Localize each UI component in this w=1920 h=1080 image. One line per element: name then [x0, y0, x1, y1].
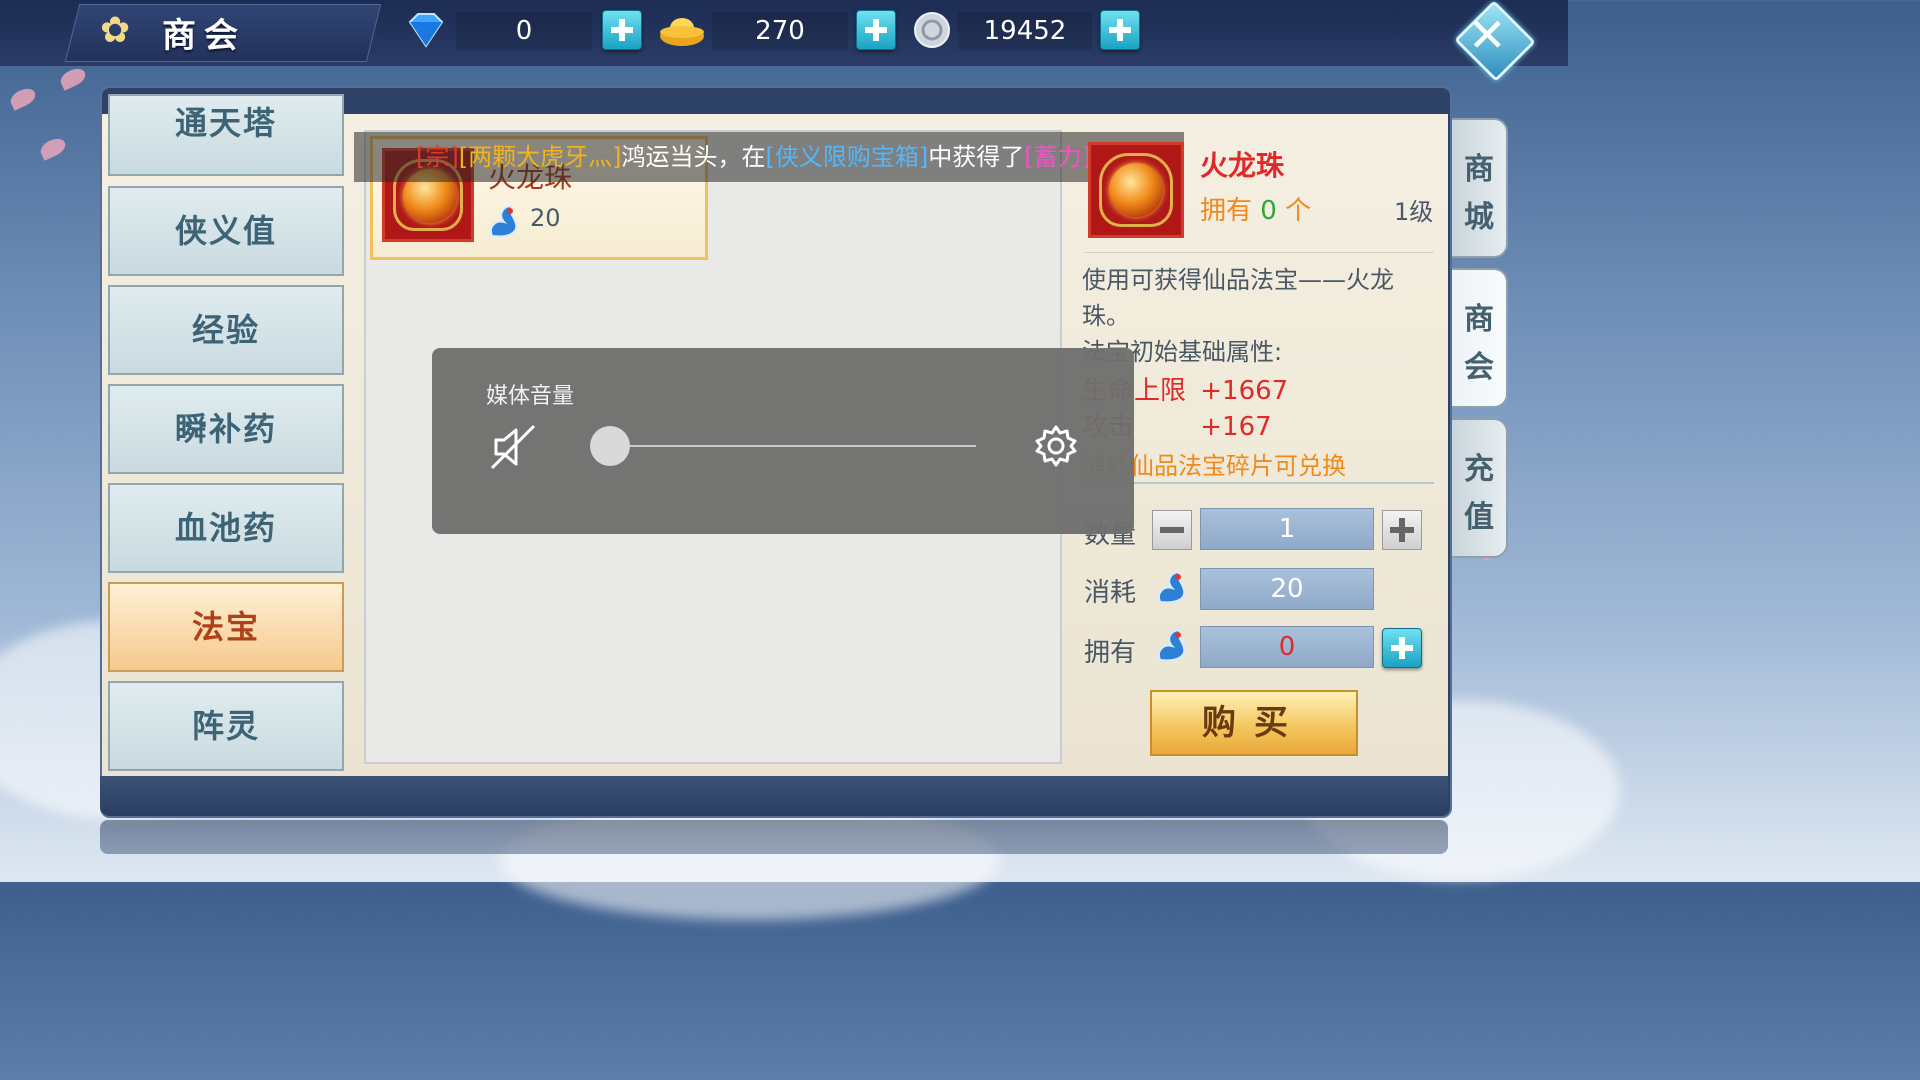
- quantity-field[interactable]: 1: [1200, 508, 1374, 550]
- fire-dragon-orb-icon: [1088, 142, 1184, 238]
- attr-value: +167: [1200, 412, 1272, 442]
- tab-recharge[interactable]: 充值: [1452, 418, 1508, 558]
- detail-own-line: 拥有 0 个: [1200, 190, 1311, 227]
- broadcast-item: [蓄力]: [1024, 143, 1091, 171]
- diamond-count: 0: [456, 12, 592, 50]
- flower-icon: ✿: [100, 10, 131, 51]
- divider: [1084, 252, 1434, 253]
- panel-shadow: [100, 820, 1448, 854]
- broadcast-source: [侠义限购宝箱]: [765, 143, 929, 171]
- nav-item-fabao[interactable]: 法宝: [108, 582, 344, 672]
- broadcast-text: 鸿运当头，在: [621, 143, 766, 171]
- chivalry-token-icon: [1158, 628, 1186, 662]
- nav-item-tongtianta[interactable]: 通天塔: [108, 94, 344, 176]
- nav-item-hp-pool-potion[interactable]: 血池药: [108, 483, 344, 573]
- nav-item-instant-potion[interactable]: 瞬补药: [108, 384, 344, 474]
- increase-quantity-button[interactable]: [1382, 510, 1422, 550]
- mute-icon[interactable]: [488, 422, 538, 472]
- chivalry-token-icon: [490, 204, 518, 238]
- divider: [1084, 482, 1434, 484]
- broadcast-player: [两颗大虎牙灬]: [458, 143, 622, 171]
- nav-item-zhenling[interactable]: 阵灵: [108, 681, 344, 771]
- petal-decoration: [37, 135, 69, 161]
- media-volume-overlay: 媒体音量: [432, 348, 1134, 534]
- add-diamond-button[interactable]: [602, 10, 642, 50]
- diamond-icon: [408, 13, 444, 48]
- chivalry-token-icon: [1158, 570, 1186, 604]
- list-item-price: 20: [530, 204, 561, 232]
- own-count: 0: [1260, 196, 1277, 226]
- tab-mall[interactable]: 商城: [1452, 118, 1508, 258]
- description-text: 使用可获得仙品法宝——火龙珠。: [1082, 266, 1394, 330]
- item-level: 1级: [1394, 198, 1434, 226]
- cost-field: 20: [1200, 568, 1374, 610]
- broadcast-prefix: [宗]: [416, 143, 459, 171]
- nav-item-xiayizhi[interactable]: 侠义值: [108, 186, 344, 276]
- gold-ingot-icon: [660, 18, 704, 46]
- cost-label: 消耗: [1084, 578, 1137, 608]
- add-silver-button[interactable]: [1100, 10, 1140, 50]
- tab-chamber-of-commerce[interactable]: 商会: [1452, 268, 1508, 408]
- gear-icon[interactable]: [1034, 424, 1078, 468]
- detail-item-name: 火龙珠: [1200, 149, 1285, 182]
- own-unit: 个: [1285, 196, 1312, 226]
- attr-value: +1667: [1200, 376, 1289, 406]
- volume-slider-track[interactable]: [608, 445, 976, 447]
- petal-decoration: [7, 85, 39, 111]
- panel-footer: [100, 776, 1448, 816]
- silver-coin-icon: [914, 12, 950, 48]
- add-gold-button[interactable]: [856, 10, 896, 50]
- buy-button[interactable]: 购买: [1150, 690, 1358, 756]
- gold-count: 270: [712, 12, 848, 50]
- volume-title: 媒体音量: [486, 384, 575, 409]
- add-token-button[interactable]: [1382, 628, 1422, 668]
- owned-label: 拥有: [1084, 638, 1137, 668]
- close-icon[interactable]: ✕: [1468, 8, 1507, 62]
- volume-slider-handle[interactable]: [590, 426, 630, 466]
- decrease-quantity-button[interactable]: [1152, 510, 1192, 550]
- page-title: 商会: [162, 16, 246, 56]
- petal-decoration: [57, 65, 89, 91]
- background-cloud: [500, 800, 1000, 920]
- broadcast-banner: [宗][两颗大虎牙灬]鸿运当头，在[侠义限购宝箱]中获得了[蓄力]×1: [354, 132, 1184, 182]
- broadcast-text: 中获得了: [928, 143, 1025, 171]
- owned-field: 0: [1200, 626, 1374, 668]
- nav-item-experience[interactable]: 经验: [108, 285, 344, 375]
- own-label: 拥有: [1200, 196, 1253, 226]
- silver-count: 19452: [958, 12, 1092, 50]
